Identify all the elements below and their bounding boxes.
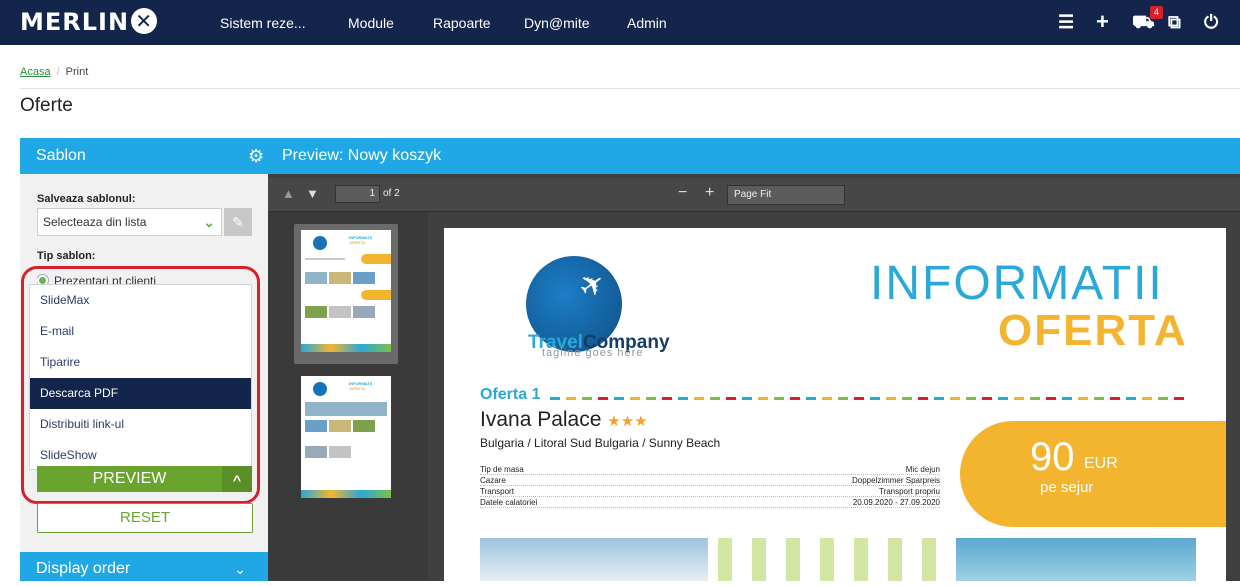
- template-panel-header: Sablon ⚙: [20, 138, 268, 174]
- arrow-down-icon[interactable]: ▼: [306, 186, 319, 201]
- edit-template-button[interactable]: ✎: [224, 208, 252, 236]
- thumb-title: INFORMATII OFERTA: [349, 381, 373, 391]
- gear-icon[interactable]: ⚙: [248, 138, 264, 174]
- power-icon[interactable]: ⏻: [1204, 10, 1218, 34]
- merlin-logo[interactable]: MERLIN ✕: [20, 8, 158, 36]
- highlight-annotation: [21, 266, 260, 504]
- detail-row: Transport Transport propriu: [480, 487, 940, 497]
- hotel-photo: [480, 538, 708, 581]
- arrow-up-icon[interactable]: ▲: [282, 186, 295, 201]
- template-panel-title: Sablon: [36, 147, 86, 164]
- save-template-label: Salveaza sablonul:: [37, 193, 136, 205]
- external-link-icon[interactable]: ⧉: [1168, 10, 1181, 34]
- page-count-label: of 2: [383, 188, 400, 199]
- plus-icon[interactable]: +: [1096, 10, 1109, 34]
- logo-x-icon: ✕: [131, 8, 158, 34]
- thumb-logo: [313, 382, 327, 396]
- dashed-divider: [550, 397, 1190, 400]
- preview-header: Preview: Nowy koszyk: [268, 138, 1240, 174]
- divider: [20, 88, 1240, 89]
- detail-row: Tip de masa Mic dejun: [480, 465, 940, 475]
- page-title: Oferte: [20, 95, 73, 116]
- thumb-photo: [329, 420, 351, 432]
- display-order-panel-header[interactable]: Display order ⌄: [20, 552, 268, 581]
- price-note: pe sejur: [1040, 479, 1094, 496]
- heading-oferta: OFERTA: [998, 306, 1188, 355]
- top-navbar: MERLIN ✕ Sistem reze... Module Rapoarte D…: [0, 0, 1240, 45]
- template-select-value: Selecteaza din lista: [43, 215, 147, 229]
- nav-dynamite[interactable]: Dyn@mite: [524, 15, 590, 31]
- edit-icon: ✎: [232, 214, 244, 230]
- zoom-out-icon[interactable]: −: [678, 184, 687, 202]
- list-icon[interactable]: ☰: [1058, 10, 1074, 34]
- nav-module[interactable]: Module: [348, 15, 394, 31]
- price-badge: 90 EUR pe sejur: [960, 421, 1226, 527]
- thumb-price-pill: [361, 290, 391, 300]
- nav-admin[interactable]: Admin: [627, 15, 667, 31]
- offer-details-table: Tip de masa Mic dejun Cazare Doppelzimmer …: [480, 464, 940, 508]
- breadcrumb-current: Print: [65, 66, 89, 78]
- thumb-photo: [305, 402, 387, 416]
- nav-rapoarte[interactable]: Rapoarte: [433, 15, 491, 31]
- star-rating: ★★★: [607, 413, 648, 430]
- thumb-photo: [329, 306, 351, 318]
- breadcrumb: Acasa / Print: [20, 66, 88, 78]
- page-number-input[interactable]: 1: [335, 185, 380, 203]
- thumb-logo: [313, 236, 327, 250]
- page-thumbnail-2[interactable]: INFORMATII OFERTA: [301, 376, 391, 498]
- detail-row: Cazare Doppelzimmer Sparpreis: [480, 476, 940, 486]
- chevron-down-icon: ⌄: [203, 214, 215, 230]
- thumb-photo: [329, 446, 351, 458]
- thumb-text-line: [305, 258, 345, 260]
- thumb-photo: [305, 272, 327, 284]
- thumb-photo: [353, 272, 375, 284]
- thumb-title: INFORMATII OFERTA: [349, 235, 373, 245]
- thumb-photo: [305, 420, 327, 432]
- breadcrumb-home-link[interactable]: Acasa: [20, 66, 51, 78]
- template-type-label: Tip sablon:: [37, 250, 96, 262]
- template-select[interactable]: Selecteaza din lista ⌄: [37, 208, 222, 236]
- cart-count-badge: 4: [1150, 6, 1163, 19]
- thumb-photo: [329, 272, 351, 284]
- detail-row: Datele calatoriei 20.09.2020 - 27.09.2020: [480, 498, 940, 508]
- page-thumbnail-1[interactable]: INFORMATII OFERTA: [301, 230, 391, 352]
- hotel-name: Ivana Palace ★★★: [480, 408, 648, 431]
- thumb-photo: [353, 420, 375, 432]
- thumb-footer-strip: [301, 490, 391, 498]
- nav-sistem-rezervari[interactable]: Sistem reze...: [220, 15, 306, 31]
- pool-photo: [956, 538, 1196, 581]
- price-value: 90: [1030, 435, 1075, 479]
- pdf-page: ✈ TravelCompany tagline goes here INFORM…: [444, 228, 1226, 581]
- offer-label: Oferta 1: [480, 386, 541, 403]
- heading-informatii: INFORMATII: [870, 257, 1164, 310]
- hotel-location: Bulgaria / Litoral Sud Bulgaria / Sunny …: [480, 436, 721, 450]
- reset-button[interactable]: RESET: [37, 503, 253, 533]
- room-photo: [718, 538, 946, 581]
- brand-tagline: tagline goes here: [542, 347, 644, 359]
- display-order-label: Display order: [36, 560, 131, 577]
- logo-text: MERLIN: [20, 8, 130, 36]
- thumb-price-pill: [361, 254, 391, 264]
- thumb-photo: [305, 306, 327, 318]
- zoom-select[interactable]: Page Fit: [727, 185, 845, 205]
- airplane-icon: ✈: [572, 264, 613, 307]
- thumb-footer-strip: [301, 344, 391, 352]
- zoom-in-icon[interactable]: +: [705, 184, 714, 202]
- price-currency: EUR: [1084, 455, 1118, 472]
- thumb-photo: [353, 306, 375, 318]
- breadcrumb-separator: /: [56, 66, 60, 78]
- thumb-photo: [305, 446, 327, 458]
